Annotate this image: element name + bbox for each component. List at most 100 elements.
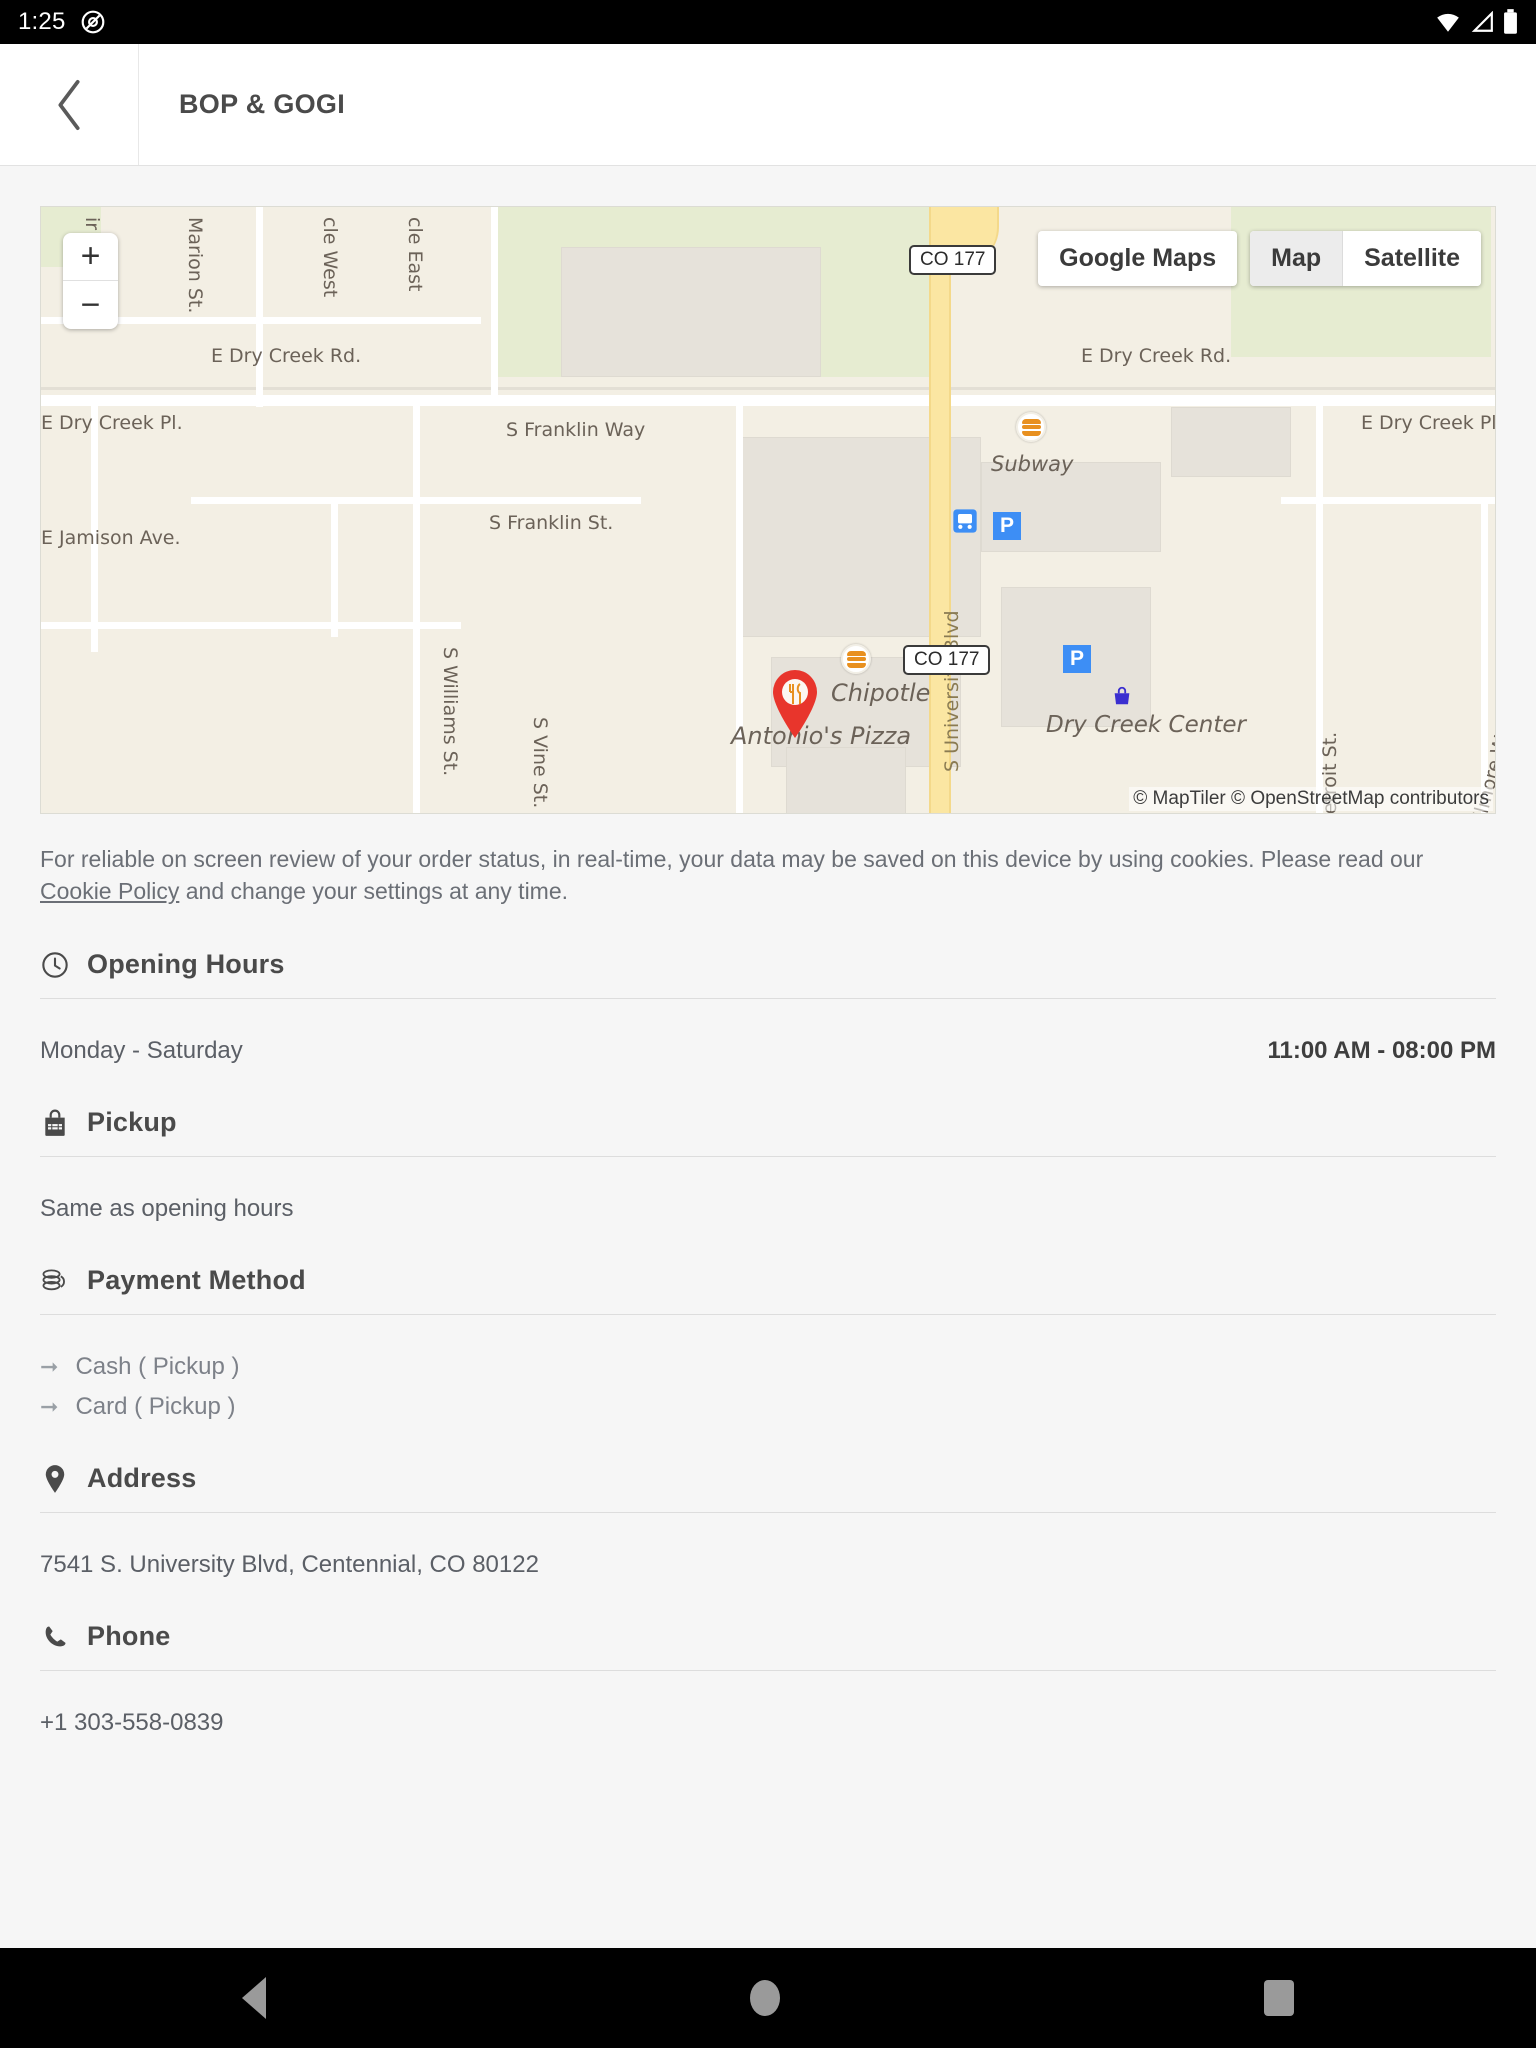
restaurant-location-marker[interactable]	[769, 667, 821, 739]
google-maps-button[interactable]: Google Maps	[1038, 231, 1238, 286]
burger-icon	[1021, 418, 1041, 436]
map-road	[491, 207, 498, 402]
status-bar-left: 1:25	[18, 8, 106, 36]
phone-value: +1 303-558-0839	[40, 1709, 224, 1736]
section-address: Address 7541 S. University Blvd, Centenn…	[40, 1463, 1496, 1579]
map-poi-label: Subway	[991, 452, 1074, 476]
recents-square-icon[interactable]	[1264, 1980, 1294, 2016]
cookie-notice: For reliable on screen review of your or…	[40, 844, 1470, 907]
pickup-title: Pickup	[87, 1107, 177, 1137]
opening-hours-body: Monday - Saturday 11:00 AM - 08:00 PM	[40, 999, 1496, 1065]
map-attribution[interactable]: © MapTiler © OpenStreetMap contributors	[1129, 787, 1493, 811]
map-street-label: cle West	[319, 217, 341, 298]
cookie-notice-text-before: For reliable on screen review of your or…	[40, 846, 1424, 872]
subway-poi-icon	[1016, 412, 1046, 442]
map-building	[561, 247, 821, 377]
payment-method-label: Card ( Pickup )	[75, 1393, 236, 1420]
clock-icon	[40, 950, 70, 980]
opening-hours-time: 11:00 AM - 08:00 PM	[1267, 1037, 1496, 1064]
map-street-label: S Franklin Way	[506, 419, 646, 441]
arrow-right-icon: ➞	[40, 1394, 59, 1419]
chevron-left-icon	[58, 79, 80, 130]
detail-content: E Dry Creek Rd. E Dry Creek Rd. E Dry Cr…	[0, 166, 1536, 1948]
map-street-label: S Vine St.	[529, 717, 551, 809]
app-bar: BOP & GOGI	[0, 44, 1536, 166]
location-map[interactable]: E Dry Creek Rd. E Dry Creek Rd. E Dry Cr…	[40, 206, 1496, 814]
payment-method-header: Payment Method	[40, 1265, 1496, 1314]
home-circle-icon[interactable]	[750, 1980, 780, 2016]
map-road	[256, 207, 263, 407]
phone-header: Phone	[40, 1621, 1496, 1670]
payment-method-title: Payment Method	[87, 1265, 306, 1295]
status-bar-clock: 1:25	[18, 8, 66, 35]
address-body: 7541 S. University Blvd, Centennial, CO …	[40, 1513, 1496, 1579]
highway-shield: CO 177	[909, 245, 997, 275]
section-opening-hours: Opening Hours Monday - Saturday 11:00 AM…	[40, 949, 1496, 1065]
bus-stop-icon	[953, 509, 977, 533]
back-triangle-icon[interactable]	[242, 1977, 266, 2019]
payment-method-item: ➞ Card ( Pickup )	[40, 1393, 1496, 1421]
pickup-header: Pickup	[40, 1107, 1496, 1156]
payment-method-label: Cash ( Pickup )	[75, 1353, 240, 1380]
wifi-icon	[1437, 13, 1459, 32]
map-road	[413, 402, 420, 813]
shopping-bag-icon	[1114, 686, 1130, 705]
chipotle-poi-icon	[841, 644, 871, 674]
address-header: Address	[40, 1463, 1496, 1512]
map-street-label: S Williams St.	[439, 647, 461, 777]
map-poi-label: Dry Creek Center	[1046, 712, 1246, 738]
back-button[interactable]	[0, 44, 139, 165]
map-street-label: S University Blvd	[941, 610, 963, 772]
map-street-label: E Dry Creek Pl.	[1361, 412, 1496, 434]
address-title: Address	[87, 1463, 197, 1493]
map-poi-label: Antonio's Pizza	[731, 722, 912, 750]
payment-method-body: ➞ Cash ( Pickup ) ➞ Card ( Pickup )	[40, 1315, 1496, 1421]
status-bar: 1:25	[0, 0, 1536, 44]
parking-marker: P	[1063, 645, 1091, 673]
map-street-label: E Jamison Ave.	[41, 527, 181, 549]
map-building	[786, 747, 906, 813]
map-road	[331, 497, 338, 637]
map-controls: Google Maps Map Satellite	[1038, 231, 1481, 286]
arrow-right-icon: ➞	[40, 1354, 59, 1379]
parking-marker: P	[993, 512, 1021, 540]
opening-hours-row: Monday - Saturday 11:00 AM - 08:00 PM	[40, 1037, 1496, 1065]
map-road	[736, 402, 743, 813]
battery-icon	[1504, 9, 1517, 34]
burger-icon	[846, 650, 866, 668]
cookie-notice-text-after: and change your settings at any time.	[179, 877, 569, 904]
map-zoom-controls[interactable]: + −	[63, 233, 118, 329]
map-poi-label: Chipotle	[831, 679, 931, 707]
opening-hours-days: Monday - Saturday	[40, 1037, 243, 1064]
map-street-label: E Dry Creek Rd.	[211, 345, 362, 367]
map-street-label: S Franklin St.	[489, 512, 614, 534]
notification-circle-icon	[81, 10, 104, 34]
cookie-policy-link[interactable]: Cookie Policy	[40, 878, 179, 904]
zoom-in-button[interactable]: +	[63, 233, 118, 281]
shopping-bag-icon	[40, 1108, 70, 1138]
app-screen: 1:25 BOP & GOGI E Dry Creek Rd. E Dry Cr…	[0, 0, 1536, 2048]
opening-hours-header: Opening Hours	[40, 949, 1496, 998]
status-bar-right	[1435, 9, 1518, 35]
phone-title: Phone	[87, 1621, 171, 1651]
map-type-group: Map Satellite	[1250, 231, 1481, 286]
map-type-satellite-button[interactable]: Satellite	[1343, 231, 1481, 286]
coins-icon	[40, 1266, 70, 1296]
map-street-label: E Dry Creek Rd.	[1081, 345, 1232, 367]
android-nav-bar	[0, 1948, 1536, 2048]
zoom-out-button[interactable]: −	[63, 281, 118, 329]
opening-hours-title: Opening Hours	[87, 949, 285, 979]
pickup-body: Same as opening hours	[40, 1157, 1496, 1223]
map-street-label: E Dry Creek Pl.	[41, 412, 183, 434]
map-type-map-button[interactable]: Map	[1250, 231, 1344, 286]
pickup-value: Same as opening hours	[40, 1195, 294, 1222]
map-street-label: cle East	[404, 217, 426, 292]
map-road	[41, 622, 461, 629]
map-building	[1171, 407, 1291, 477]
section-phone: Phone +1 303-558-0839	[40, 1621, 1496, 1737]
section-pickup: Pickup Same as opening hours	[40, 1107, 1496, 1223]
map-street-label: ir	[81, 217, 103, 231]
address-value: 7541 S. University Blvd, Centennial, CO …	[40, 1551, 539, 1578]
map-pin-icon	[40, 1464, 70, 1494]
map-street-label: Marion St.	[184, 217, 206, 314]
